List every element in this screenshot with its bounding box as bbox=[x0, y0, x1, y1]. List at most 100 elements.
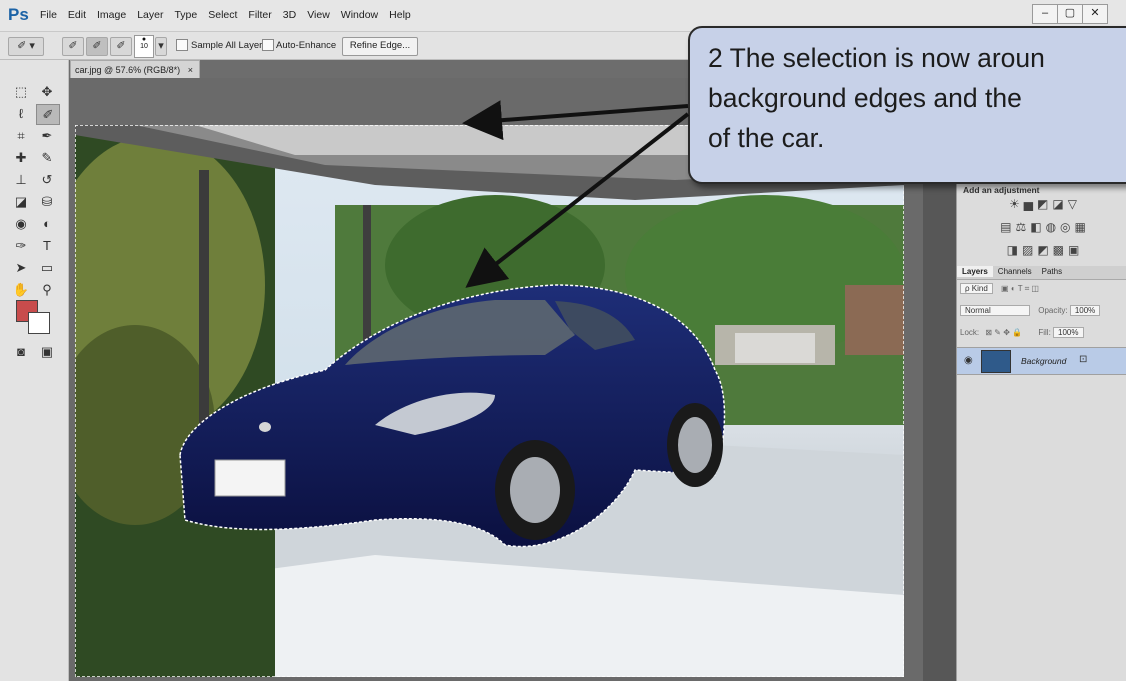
color-lookup-icon[interactable]: ▦ bbox=[1075, 220, 1086, 234]
adjustment-icons-row-1: ☀ ▅ ◩ ◪ ▽ bbox=[960, 197, 1126, 211]
photoshop-logo: Ps bbox=[8, 5, 29, 24]
menu-file[interactable]: File bbox=[40, 9, 57, 21]
callout-text: 2 The selection is now aroun background … bbox=[708, 43, 1045, 153]
fill-label: Fill: bbox=[1038, 328, 1051, 337]
menu-view[interactable]: View bbox=[307, 9, 330, 21]
sample-all-layers-label: Sample All Layers bbox=[191, 40, 268, 51]
eyedropper-tool-icon[interactable]: ✒ bbox=[36, 126, 58, 145]
brush-size-picker[interactable]: ● 10 bbox=[134, 35, 154, 58]
instruction-callout: 2 The selection is now aroun background … bbox=[688, 26, 1126, 184]
color-balance-icon[interactable]: ⚖ bbox=[1015, 220, 1026, 234]
channel-mixer-icon[interactable]: ◎ bbox=[1060, 220, 1070, 234]
menu-layer[interactable]: Layer bbox=[137, 9, 163, 21]
quick-selection-tool-icon[interactable]: ✐ bbox=[36, 104, 60, 125]
menu-edit[interactable]: Edit bbox=[68, 9, 86, 21]
brush-tool-icon[interactable]: ✎ bbox=[36, 148, 58, 167]
blur-tool-icon[interactable]: ◉ bbox=[10, 214, 32, 233]
exposure-icon[interactable]: ◪ bbox=[1052, 197, 1063, 211]
pen-tool-icon[interactable]: ✑ bbox=[10, 236, 32, 255]
add-to-selection-icon[interactable]: ✐ bbox=[86, 37, 108, 56]
menu-type[interactable]: Type bbox=[174, 9, 197, 21]
hand-tool-icon[interactable]: ✋ bbox=[10, 280, 32, 299]
auto-enhance-label: Auto-Enhance bbox=[276, 40, 337, 51]
layer-filter-row: ρ Kind ▣ ◐ T ⌗ ◫ bbox=[957, 283, 1126, 294]
layer-name: Background bbox=[1021, 356, 1067, 366]
curves-icon[interactable]: ◩ bbox=[1037, 197, 1048, 211]
layer-row-background[interactable]: ◉ Background ⊡ bbox=[957, 347, 1126, 375]
tool-preset-picker[interactable]: ✐ ▾ bbox=[8, 37, 44, 56]
posterize-icon[interactable]: ▨ bbox=[1022, 243, 1033, 257]
screen-mode-icon[interactable]: ▣ bbox=[36, 342, 58, 361]
paint-bucket-icon[interactable]: ⛁ bbox=[36, 192, 58, 211]
clone-stamp-icon[interactable]: ⊥ bbox=[10, 170, 32, 189]
layer-thumbnail bbox=[981, 350, 1011, 373]
close-button[interactable]: ✕ bbox=[1082, 4, 1108, 24]
adjustments-label: Add an adjustment bbox=[963, 185, 1040, 195]
document-tab-title: car.jpg @ 57.6% (RGB/8*) bbox=[75, 65, 181, 75]
marquee-tool-icon[interactable]: ⬚ bbox=[10, 82, 32, 101]
minimize-button[interactable]: – bbox=[1032, 4, 1058, 24]
gradient-map-icon[interactable]: ▩ bbox=[1053, 243, 1064, 257]
subtract-from-selection-icon[interactable]: ✐ bbox=[110, 37, 132, 56]
tab-paths[interactable]: Paths bbox=[1037, 266, 1067, 277]
car-photo[interactable] bbox=[75, 125, 904, 677]
brush-dropdown-icon[interactable]: ▾ bbox=[155, 37, 167, 56]
opacity-field[interactable]: 100% bbox=[1069, 305, 1101, 316]
document-tab[interactable]: car.jpg @ 57.6% (RGB/8*) × bbox=[70, 60, 200, 78]
toolbox: ⬚ ✥ ℓ ✐ ⌗ ✒ ✚ ✎ ⊥ ↺ ◪ ⛁ ◉ ◐ ✑ T ➤ ▭ ✋ ⚲ … bbox=[0, 60, 69, 681]
lock-label: Lock: bbox=[960, 328, 980, 337]
tab-layers[interactable]: Layers bbox=[957, 266, 993, 277]
photo-filter-icon[interactable]: ◍ bbox=[1046, 220, 1056, 234]
window-controls: – ▢ ✕ bbox=[1032, 4, 1108, 24]
background-color-swatch[interactable] bbox=[28, 312, 50, 334]
kind-filter-select[interactable]: ρ Kind bbox=[960, 283, 993, 294]
sample-all-layers-checkbox[interactable] bbox=[176, 39, 188, 51]
tab-channels[interactable]: Channels bbox=[993, 266, 1037, 277]
menu-select[interactable]: Select bbox=[208, 9, 237, 21]
blend-mode-select[interactable]: Normal bbox=[960, 305, 1030, 316]
threshold-icon[interactable]: ◩ bbox=[1037, 243, 1048, 257]
lock-icons[interactable]: ⊠ ✎ ✥ 🔒 bbox=[985, 328, 1022, 337]
filter-icons[interactable]: ▣ ◐ T ⌗ ◫ bbox=[1001, 284, 1039, 293]
visibility-eye-icon[interactable]: ◉ bbox=[964, 355, 973, 366]
eraser-tool-icon[interactable]: ◪ bbox=[10, 192, 32, 211]
menu-window[interactable]: Window bbox=[341, 9, 378, 21]
lasso-tool-icon[interactable]: ℓ bbox=[10, 104, 32, 123]
layer-lock-icon: ⊡ bbox=[1079, 354, 1088, 365]
levels-icon[interactable]: ▅ bbox=[1024, 197, 1033, 211]
selective-color-icon[interactable]: ▣ bbox=[1068, 243, 1079, 257]
blend-opacity-row: Normal Opacity: 100% bbox=[957, 305, 1126, 316]
refine-edge-button[interactable]: Refine Edge... bbox=[342, 37, 418, 56]
maximize-button[interactable]: ▢ bbox=[1057, 4, 1083, 24]
adjustment-icons-row-2: ▤ ⚖ ◧ ◍ ◎ ▦ bbox=[960, 220, 1126, 234]
dodge-tool-icon[interactable]: ◐ bbox=[36, 214, 58, 233]
healing-brush-icon[interactable]: ✚ bbox=[10, 148, 32, 167]
zoom-tool-icon[interactable]: ⚲ bbox=[36, 280, 58, 299]
black-white-icon[interactable]: ◧ bbox=[1030, 220, 1041, 234]
layers-panel-tabs: Layers Channels Paths bbox=[957, 266, 1126, 280]
new-selection-icon[interactable]: ✐ bbox=[62, 37, 84, 56]
path-selection-icon[interactable]: ➤ bbox=[10, 258, 32, 277]
brightness-contrast-icon[interactable]: ☀ bbox=[1009, 197, 1020, 211]
history-brush-icon[interactable]: ↺ bbox=[36, 170, 58, 189]
vibrance-icon[interactable]: ▽ bbox=[1068, 197, 1077, 211]
adjustment-icons-row-3: ◨ ▨ ◩ ▩ ▣ bbox=[960, 243, 1126, 257]
menu-image[interactable]: Image bbox=[97, 9, 126, 21]
opacity-label: Opacity: bbox=[1038, 306, 1068, 315]
move-tool-icon[interactable]: ✥ bbox=[36, 82, 58, 101]
lock-fill-row: Lock: ⊠ ✎ ✥ 🔒 Fill: 100% bbox=[957, 327, 1126, 338]
rectangle-tool-icon[interactable]: ▭ bbox=[36, 258, 58, 277]
menu-3d[interactable]: 3D bbox=[283, 9, 296, 21]
menu-filter[interactable]: Filter bbox=[248, 9, 271, 21]
menu-help[interactable]: Help bbox=[389, 9, 411, 21]
type-tool-icon[interactable]: T bbox=[36, 236, 58, 255]
fill-field[interactable]: 100% bbox=[1053, 327, 1084, 338]
close-tab-icon[interactable]: × bbox=[188, 61, 193, 79]
auto-enhance-checkbox[interactable] bbox=[262, 39, 274, 51]
brush-size-value: 10 bbox=[140, 43, 148, 50]
menu-items: File Edit Image Layer Type Select Filter… bbox=[40, 9, 411, 21]
invert-icon[interactable]: ◨ bbox=[1007, 243, 1018, 257]
quick-mask-icon[interactable]: ◙ bbox=[10, 342, 32, 361]
crop-tool-icon[interactable]: ⌗ bbox=[10, 126, 32, 145]
hue-saturation-icon[interactable]: ▤ bbox=[1000, 220, 1011, 234]
